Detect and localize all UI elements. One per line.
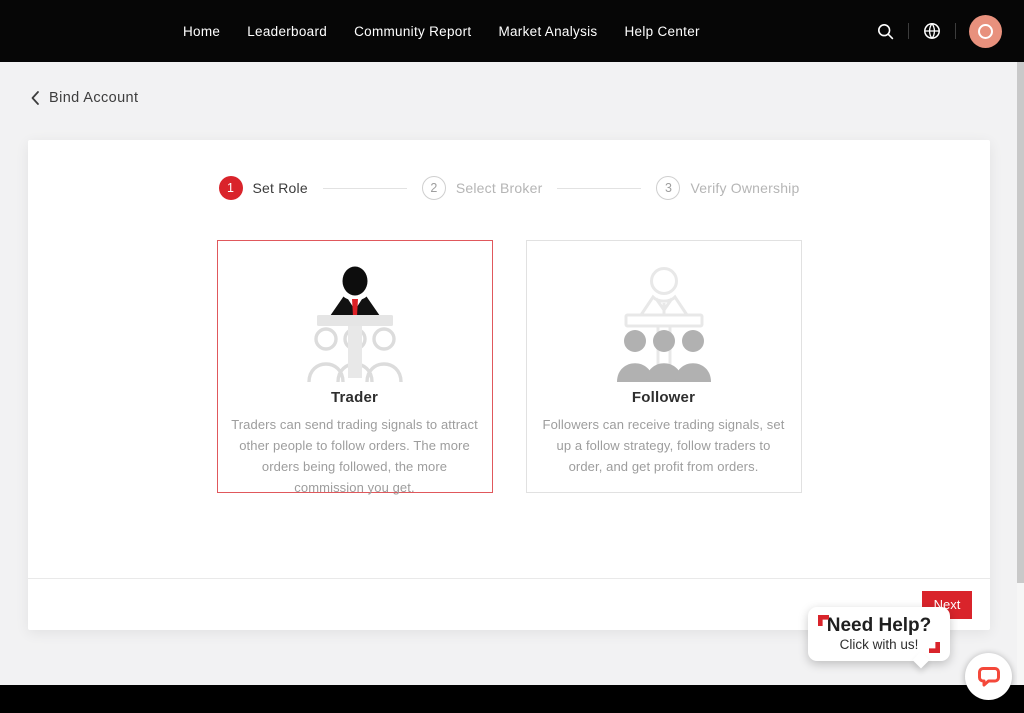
top-navbar: Home Leaderboard Community Report Market… bbox=[0, 0, 1024, 62]
nav-divider bbox=[908, 23, 909, 39]
stepper-connector bbox=[323, 188, 407, 189]
user-avatar[interactable] bbox=[969, 15, 1002, 48]
role-card-trader[interactable]: Trader Traders can send trading signals … bbox=[217, 240, 493, 493]
role-cards-row: Trader Traders can send trading signals … bbox=[28, 240, 990, 493]
nav-item-community-report[interactable]: Community Report bbox=[354, 24, 471, 39]
breadcrumb-back[interactable]: Bind Account bbox=[30, 90, 138, 106]
step-select-broker: 2 Select Broker bbox=[422, 176, 543, 200]
nav-item-leaderboard[interactable]: Leaderboard bbox=[247, 24, 327, 39]
role-title-trader: Trader bbox=[218, 389, 492, 406]
back-chevron-icon bbox=[30, 90, 40, 106]
chat-bubble-icon bbox=[976, 664, 1002, 690]
corner-mark-icon bbox=[929, 642, 940, 653]
nav-item-market-analysis[interactable]: Market Analysis bbox=[498, 24, 597, 39]
nav-item-home[interactable]: Home bbox=[183, 24, 220, 39]
globe-language-icon[interactable] bbox=[922, 21, 942, 41]
avatar-ring-icon bbox=[978, 24, 993, 39]
nav-links: Home Leaderboard Community Report Market… bbox=[183, 24, 700, 39]
step-3-label: Verify Ownership bbox=[690, 180, 799, 196]
role-card-follower[interactable]: Follower Followers can receive trading s… bbox=[526, 240, 802, 493]
step-2-circle: 2 bbox=[422, 176, 446, 200]
need-help-tooltip[interactable]: Need Help? Click with us! bbox=[808, 607, 950, 661]
live-chat-button[interactable] bbox=[965, 653, 1012, 700]
stepper-connector bbox=[557, 188, 641, 189]
trader-podium-icon bbox=[218, 258, 492, 382]
nav-item-help-center[interactable]: Help Center bbox=[624, 24, 699, 39]
step-verify-ownership: 3 Verify Ownership bbox=[656, 176, 799, 200]
step-1-label: Set Role bbox=[253, 180, 308, 196]
bind-account-panel: 1 Set Role 2 Select Broker 3 Verify Owne… bbox=[28, 140, 990, 630]
nav-right-controls bbox=[875, 0, 1002, 62]
page-title: Bind Account bbox=[49, 90, 138, 106]
search-icon[interactable] bbox=[875, 21, 895, 41]
scrollbar-thumb[interactable] bbox=[1017, 62, 1024, 583]
role-desc-follower: Followers can receive trading signals, s… bbox=[527, 414, 801, 477]
follower-audience-icon bbox=[527, 258, 801, 382]
role-title-follower: Follower bbox=[527, 389, 801, 406]
page-scrollbar[interactable] bbox=[1017, 62, 1024, 713]
nav-divider bbox=[955, 23, 956, 39]
role-desc-trader: Traders can send trading signals to attr… bbox=[218, 414, 492, 498]
step-1-circle: 1 bbox=[219, 176, 243, 200]
step-2-label: Select Broker bbox=[456, 180, 543, 196]
help-subtitle: Click with us! bbox=[840, 637, 919, 652]
help-title: Need Help? bbox=[827, 616, 932, 637]
tooltip-tail bbox=[913, 652, 930, 669]
step-set-role: 1 Set Role bbox=[219, 176, 308, 200]
stepper: 1 Set Role 2 Select Broker 3 Verify Owne… bbox=[28, 140, 990, 200]
footer-bar bbox=[0, 685, 1024, 713]
step-3-circle: 3 bbox=[656, 176, 680, 200]
